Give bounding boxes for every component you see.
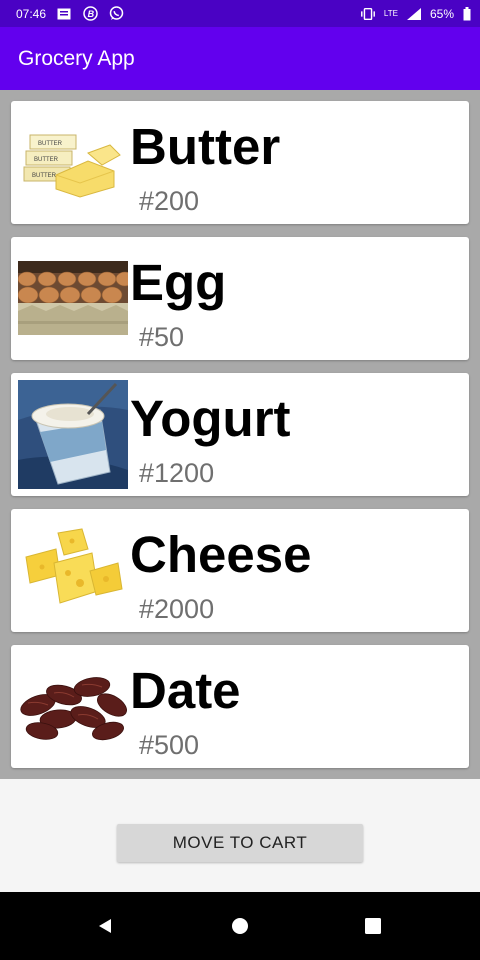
- recents-icon[interactable]: [358, 911, 388, 941]
- svg-text:B: B: [87, 9, 94, 19]
- cheese-image: [18, 523, 128, 615]
- product-card-yogurt[interactable]: Yogurt #1200: [11, 373, 469, 496]
- product-card-butter[interactable]: BUTTER BUTTER BUTTER Butter #200: [11, 101, 469, 224]
- home-icon[interactable]: [225, 911, 255, 941]
- action-area: MOVE TO CART: [0, 779, 480, 892]
- product-card-date[interactable]: Date #500: [11, 645, 469, 768]
- product-list[interactable]: BUTTER BUTTER BUTTER Butter #200 Egg #50…: [0, 90, 480, 779]
- date-image: [18, 665, 128, 747]
- vibrate-icon: [360, 6, 376, 22]
- navigation-bar: [0, 892, 480, 960]
- product-price: #1200: [139, 458, 215, 488]
- product-price: #500: [139, 730, 200, 760]
- signal-icon: [406, 6, 422, 22]
- product-price: #200: [139, 186, 200, 216]
- battery-icon: [462, 6, 472, 22]
- svg-text:BUTTER: BUTTER: [34, 157, 59, 163]
- svg-text:BUTTER: BUTTER: [38, 141, 63, 147]
- move-to-cart-button[interactable]: MOVE TO CART: [117, 824, 363, 862]
- status-bar: 07:46 B LTE 65%: [0, 0, 480, 27]
- back-icon[interactable]: [90, 911, 120, 941]
- b-circle-icon: B: [82, 6, 98, 22]
- battery-percent: 65%: [429, 6, 454, 21]
- whatsapp-icon: [108, 6, 124, 22]
- yogurt-image: [18, 380, 128, 489]
- status-time: 07:46: [16, 6, 47, 21]
- svg-text:BUTTER: BUTTER: [32, 173, 57, 179]
- product-price: #2000: [139, 594, 215, 624]
- app-bar: Grocery App: [0, 27, 480, 90]
- egg-image: [18, 261, 128, 335]
- product-card-egg[interactable]: Egg #50: [11, 237, 469, 360]
- product-name: Cheese: [130, 526, 312, 583]
- product-name: Yogurt: [130, 390, 291, 447]
- app-title: Grocery App: [18, 46, 135, 70]
- product-name: Egg: [130, 254, 227, 311]
- product-name: Butter: [130, 118, 281, 175]
- product-name: Date: [130, 662, 241, 719]
- product-price: #50: [139, 322, 185, 352]
- message-icon: [56, 6, 72, 22]
- butter-image: BUTTER BUTTER BUTTER: [18, 125, 128, 199]
- product-card-cheese[interactable]: Cheese #2000: [11, 509, 469, 632]
- lte-icon: LTE: [383, 8, 398, 18]
